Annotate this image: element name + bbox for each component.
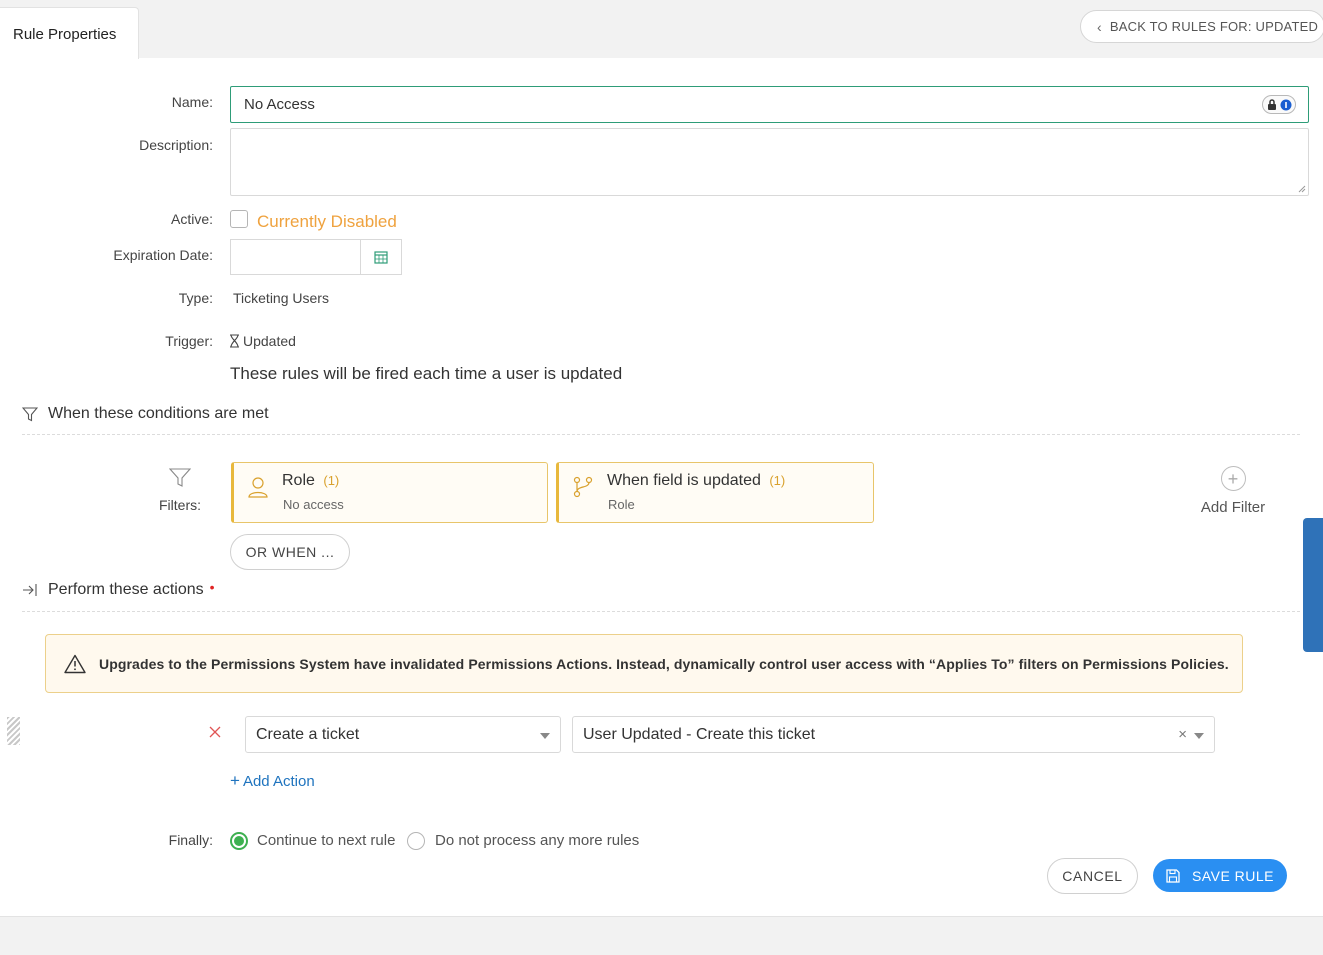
sign-in-arrow-icon (23, 584, 37, 596)
divider (22, 434, 1300, 435)
expiration-date-label: Expiration Date: (113, 247, 213, 263)
filter-card-title: When field is updated (607, 472, 761, 489)
save-rule-button[interactable]: SAVE RULE (1153, 859, 1287, 892)
warning-triangle-icon (64, 654, 86, 673)
action-type-select[interactable]: Create a ticket (245, 716, 561, 753)
filter-card-count: (1) (323, 473, 340, 488)
divider (22, 611, 1300, 612)
chevron-down-icon (1194, 733, 1204, 739)
funnel-icon (168, 468, 192, 487)
back-to-rules-button[interactable]: ‹ BACK TO RULES FOR: UPDATED (1080, 10, 1323, 43)
tab-rule-properties[interactable]: Rule Properties (0, 7, 139, 59)
add-action-link[interactable]: + Add Action (230, 771, 315, 791)
filter-card-title: Role (282, 472, 315, 489)
active-checkbox[interactable] (230, 210, 248, 228)
calendar-icon (374, 251, 388, 264)
trigger-description: These rules will be fired each time a us… (230, 364, 623, 383)
permissions-warning: Upgrades to the Permissions System have … (45, 634, 1243, 693)
filters-label-block: Filters: (150, 468, 210, 513)
back-button-label: BACK TO RULES FOR: UPDATED (1109, 19, 1319, 34)
conditions-heading: When these conditions are met (22, 405, 269, 423)
filters-label: Filters: (159, 497, 201, 513)
filter-card-field-updated[interactable]: When field is updated (1) Role (556, 462, 874, 523)
hourglass-icon (230, 334, 239, 348)
action-type-value: Create a ticket (256, 726, 360, 743)
required-marker: • (209, 579, 215, 595)
filter-card-title-row: Role (1) (282, 472, 339, 490)
remove-action-icon[interactable] (209, 726, 221, 738)
expiration-date-input[interactable] (230, 239, 361, 275)
chevron-down-icon (540, 733, 550, 739)
description-label: Description: (139, 137, 213, 153)
action-value: User Updated - Create this ticket (583, 726, 816, 743)
add-filter-label: Add Filter (1200, 499, 1266, 516)
active-status: Currently Disabled (257, 212, 397, 231)
name-label: Name: (171, 94, 213, 110)
funnel-icon (22, 406, 38, 421)
actions-heading: Perform these actions • (22, 579, 215, 599)
branch-icon (573, 476, 593, 498)
name-input[interactable]: No Access (230, 86, 1309, 123)
or-when-button[interactable]: OR WHEN ... (230, 534, 350, 570)
filter-card-sub: Role (608, 497, 635, 512)
save-icon (1166, 868, 1180, 883)
radio-continue-label[interactable]: Continue to next rule (257, 832, 395, 849)
type-label: Type: (178, 290, 213, 306)
warning-text: Upgrades to the Permissions System have … (99, 655, 1229, 672)
plus-circle-icon: + (1220, 466, 1246, 491)
chevron-left-icon: ‹ (1097, 18, 1102, 35)
filter-card-title-row: When field is updated (1) (607, 472, 785, 490)
filter-card-role[interactable]: Role (1) No access (231, 462, 548, 523)
trigger-value: Updated (243, 333, 296, 349)
save-button-label: SAVE RULE (1191, 867, 1275, 884)
add-filter-button[interactable]: + Add Filter (1196, 466, 1270, 516)
description-textarea[interactable] (230, 128, 1309, 196)
radio-dot (234, 836, 244, 846)
trigger-value-container: Updated (229, 333, 296, 349)
cancel-button[interactable]: CANCEL (1047, 858, 1138, 894)
clear-icon[interactable]: × (1178, 726, 1187, 743)
side-panel-tab[interactable] (1303, 518, 1323, 652)
resize-handle-icon[interactable] (1298, 185, 1306, 193)
trigger-label: Trigger: (165, 333, 213, 349)
plus-icon: + (230, 771, 240, 790)
user-icon (248, 477, 268, 498)
footer-bar (0, 916, 1323, 955)
add-action-label: Add Action (242, 773, 315, 790)
radio-continue[interactable] (230, 832, 248, 850)
type-value: Ticketing Users (233, 290, 329, 306)
active-label: Active: (170, 211, 213, 227)
password-manager-icon[interactable] (1262, 95, 1296, 114)
radio-stop[interactable] (407, 832, 425, 850)
drag-handle-icon[interactable] (7, 717, 20, 745)
actions-heading-text: Perform these actions (48, 581, 204, 598)
action-value-select[interactable]: User Updated - Create this ticket × (572, 716, 1215, 753)
conditions-heading-text: When these conditions are met (48, 405, 269, 422)
filter-card-count: (1) (769, 473, 786, 488)
calendar-button[interactable] (360, 239, 402, 275)
radio-stop-label[interactable]: Do not process any more rules (435, 832, 639, 849)
filter-card-sub: No access (283, 497, 344, 512)
finally-label: Finally: (168, 832, 213, 848)
name-value: No Access (244, 96, 315, 113)
